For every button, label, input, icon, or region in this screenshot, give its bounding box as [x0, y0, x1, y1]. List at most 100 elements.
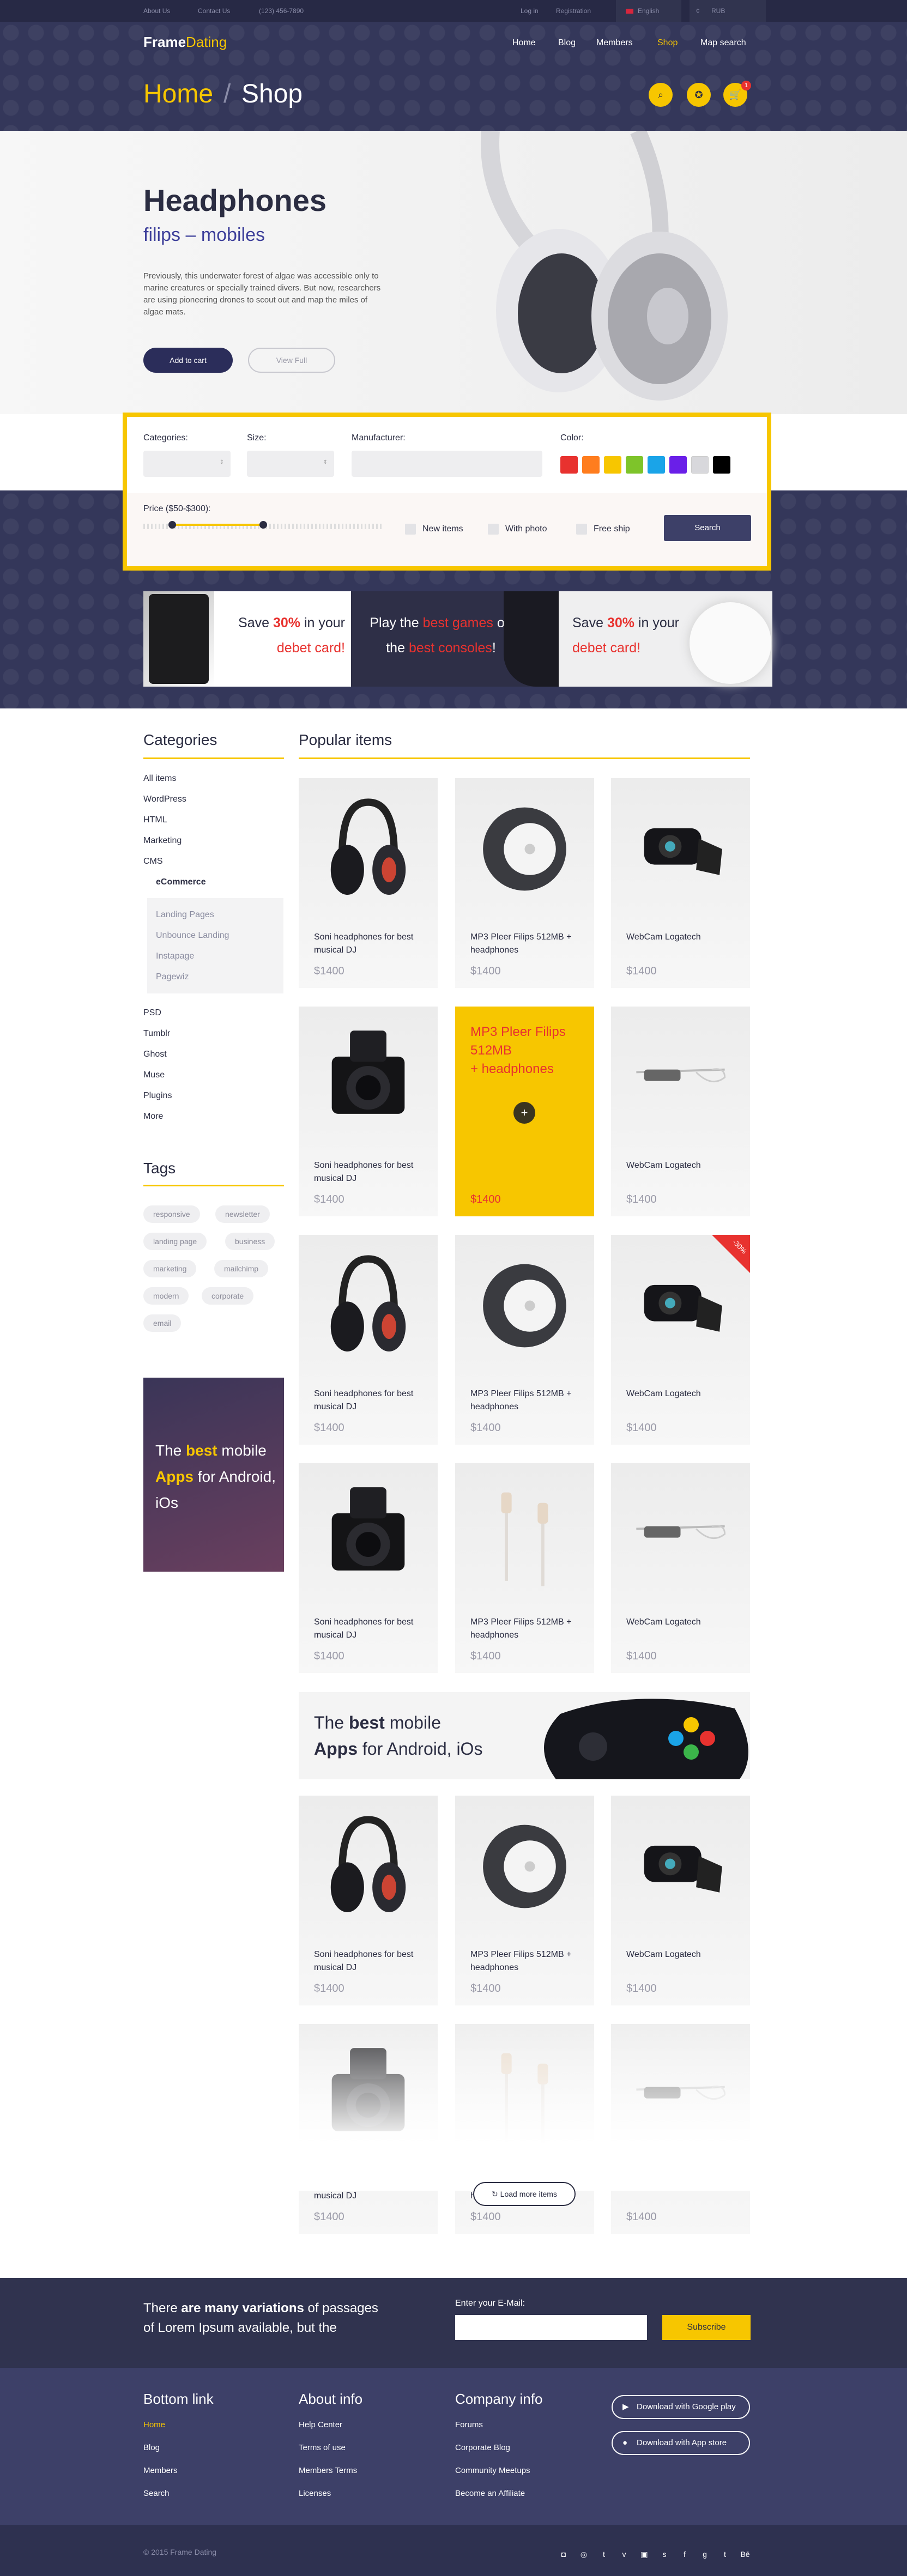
- footer-link[interactable]: Terms of use: [299, 2443, 346, 2452]
- behance-icon[interactable]: Bē: [740, 2550, 750, 2560]
- breadcrumb-home[interactable]: Home: [143, 79, 213, 109]
- nav-map-search[interactable]: Map search: [700, 38, 746, 48]
- new-items-checkbox[interactable]: [405, 524, 416, 535]
- sidebar-category-item[interactable]: Tumblr: [143, 1029, 170, 1039]
- sidebar-category-item[interactable]: Marketing: [143, 836, 182, 846]
- registration-link[interactable]: Registration: [556, 7, 591, 15]
- footer-link[interactable]: Corporate Blog: [455, 2443, 510, 2452]
- tag[interactable]: modern: [143, 1287, 189, 1305]
- color-swatch[interactable]: [669, 456, 687, 474]
- promo-card-2[interactable]: Play the best games on the best consoles!: [351, 591, 565, 687]
- login-link[interactable]: Log in: [521, 7, 539, 15]
- dribbble-icon[interactable]: ◎: [579, 2550, 589, 2560]
- product-card[interactable]: WebCam Logatech $1400: [611, 1007, 750, 1216]
- product-card[interactable]: WebCam Logatech $1400 -30%: [611, 1235, 750, 1445]
- language-selector[interactable]: English: [616, 0, 681, 22]
- footer-link[interactable]: Blog: [143, 2443, 160, 2452]
- nav-shop[interactable]: Shop: [657, 38, 678, 48]
- with-photo-checkbox[interactable]: [488, 524, 499, 535]
- color-swatch[interactable]: [604, 456, 621, 474]
- sidebar-ad[interactable]: The best mobile Apps for Android, iOs: [143, 1378, 284, 1572]
- product-card[interactable]: Soni headphones for best musical DJ $1400: [299, 778, 438, 988]
- tag[interactable]: mailchimp: [214, 1260, 269, 1277]
- sidebar-category-item[interactable]: Muse: [143, 1070, 165, 1080]
- sidebar-category-item[interactable]: All items: [143, 774, 176, 784]
- view-full-button[interactable]: View Full: [248, 348, 335, 373]
- nav-members[interactable]: Members: [596, 38, 633, 48]
- sidebar-category-item[interactable]: Landing Pages: [156, 910, 214, 920]
- product-card[interactable]: Soni headphones for best musical DJ $1400: [299, 1007, 438, 1216]
- color-swatch[interactable]: [691, 456, 709, 474]
- price-min-handle[interactable]: [168, 521, 176, 529]
- tag[interactable]: corporate: [202, 1287, 254, 1305]
- nav-home[interactable]: Home: [512, 38, 536, 48]
- categories-select[interactable]: ⇕: [143, 451, 231, 477]
- free-ship-checkbox[interactable]: [576, 524, 587, 535]
- color-swatch[interactable]: [560, 456, 578, 474]
- google-play-button[interactable]: ▶ Download with Google play: [612, 2395, 750, 2419]
- contact-link[interactable]: Contact Us: [198, 7, 230, 15]
- footer-link[interactable]: Members Terms: [299, 2466, 357, 2475]
- add-to-cart-button[interactable]: Add to cart: [143, 348, 233, 373]
- nav-blog[interactable]: Blog: [558, 38, 576, 48]
- tag[interactable]: responsive: [143, 1205, 200, 1223]
- product-card[interactable]: MP3 Pleer Filips 512MB + headphones $1400: [455, 1463, 594, 1673]
- youtube-icon[interactable]: ▣: [639, 2550, 649, 2560]
- product-card[interactable]: WebCam Logatech $1400: [611, 1796, 750, 2005]
- product-card[interactable]: MP3 Pleer Filips 512MB + headphones $1400: [455, 1796, 594, 2005]
- plus-icon[interactable]: +: [513, 1102, 535, 1124]
- footer-link[interactable]: Search: [143, 2489, 170, 2498]
- sidebar-category-item[interactable]: Ghost: [143, 1050, 167, 1059]
- load-more-button[interactable]: ↻ Load more items: [473, 2182, 576, 2206]
- search-button[interactable]: Search: [664, 515, 751, 541]
- footer-link[interactable]: Forums: [455, 2420, 483, 2429]
- sidebar-category-item[interactable]: More: [143, 1112, 163, 1122]
- tag[interactable]: newsletter: [215, 1205, 270, 1223]
- sidebar-category-item[interactable]: Instapage: [156, 951, 194, 961]
- app-store-button[interactable]: ● Download with App store: [612, 2431, 750, 2455]
- twitter-icon[interactable]: t: [599, 2550, 609, 2560]
- sidebar-category-item[interactable]: CMS: [143, 857, 163, 866]
- color-swatch[interactable]: [713, 456, 730, 474]
- currency-selector[interactable]: ¢ RUB: [690, 0, 766, 22]
- tumblr-icon[interactable]: t: [720, 2550, 730, 2560]
- subscribe-button[interactable]: Subscribe: [662, 2315, 751, 2340]
- facebook-icon[interactable]: f: [680, 2550, 690, 2560]
- vimeo-icon[interactable]: v: [619, 2550, 629, 2560]
- tag[interactable]: landing page: [143, 1233, 207, 1250]
- product-card[interactable]: MP3 Pleer Filips 512MB + headphones + $1400: [455, 1007, 594, 1216]
- tag[interactable]: marketing: [143, 1260, 197, 1277]
- promo-card-3[interactable]: Save 30% in your debet card!: [559, 591, 772, 687]
- google-plus-icon[interactable]: g: [700, 2550, 710, 2560]
- sidebar-category-item[interactable]: Plugins: [143, 1091, 172, 1101]
- footer-link[interactable]: Licenses: [299, 2489, 331, 2498]
- about-link[interactable]: About Us: [143, 7, 170, 15]
- search-icon[interactable]: ⌕: [649, 83, 673, 107]
- color-swatch[interactable]: [582, 456, 600, 474]
- sidebar-category-item[interactable]: HTML: [143, 815, 167, 825]
- footer-link[interactable]: Home: [143, 2420, 165, 2429]
- product-card[interactable]: MP3 Pleer Filips 512MB + headphones $1400: [455, 1235, 594, 1445]
- footer-link[interactable]: Become an Affiliate: [455, 2489, 525, 2498]
- apps-banner[interactable]: The best mobile Apps for Android, iOs: [299, 1692, 750, 1779]
- color-swatch[interactable]: [626, 456, 643, 474]
- tag[interactable]: business: [225, 1233, 275, 1250]
- manufacturer-input[interactable]: [352, 451, 542, 477]
- sidebar-category-item[interactable]: Unbounce Landing: [156, 931, 229, 941]
- product-card[interactable]: MP3 Pleer Filips 512MB + headphones $1400: [455, 778, 594, 988]
- sidebar-category-item[interactable]: WordPress: [143, 795, 186, 804]
- footer-link[interactable]: Help Center: [299, 2420, 342, 2429]
- tag[interactable]: email: [143, 1314, 182, 1332]
- price-max-handle[interactable]: [259, 521, 267, 529]
- product-card[interactable]: WebCam Logatech $1400: [611, 1463, 750, 1673]
- sidebar-category-item[interactable]: Pagewiz: [156, 972, 189, 982]
- product-card[interactable]: Soni headphones for best musical DJ $1400: [299, 1463, 438, 1673]
- footer-link[interactable]: Members: [143, 2466, 178, 2475]
- color-swatch[interactable]: [648, 456, 665, 474]
- product-card[interactable]: Soni headphones for best musical DJ $1400: [299, 1235, 438, 1445]
- instagram-icon[interactable]: ◘: [559, 2550, 569, 2560]
- skype-icon[interactable]: s: [660, 2550, 669, 2560]
- logo[interactable]: FrameDating: [143, 34, 227, 51]
- promo-card-1[interactable]: Save 30% in your debet card!: [143, 591, 357, 687]
- product-card[interactable]: WebCam Logatech $1400: [611, 778, 750, 988]
